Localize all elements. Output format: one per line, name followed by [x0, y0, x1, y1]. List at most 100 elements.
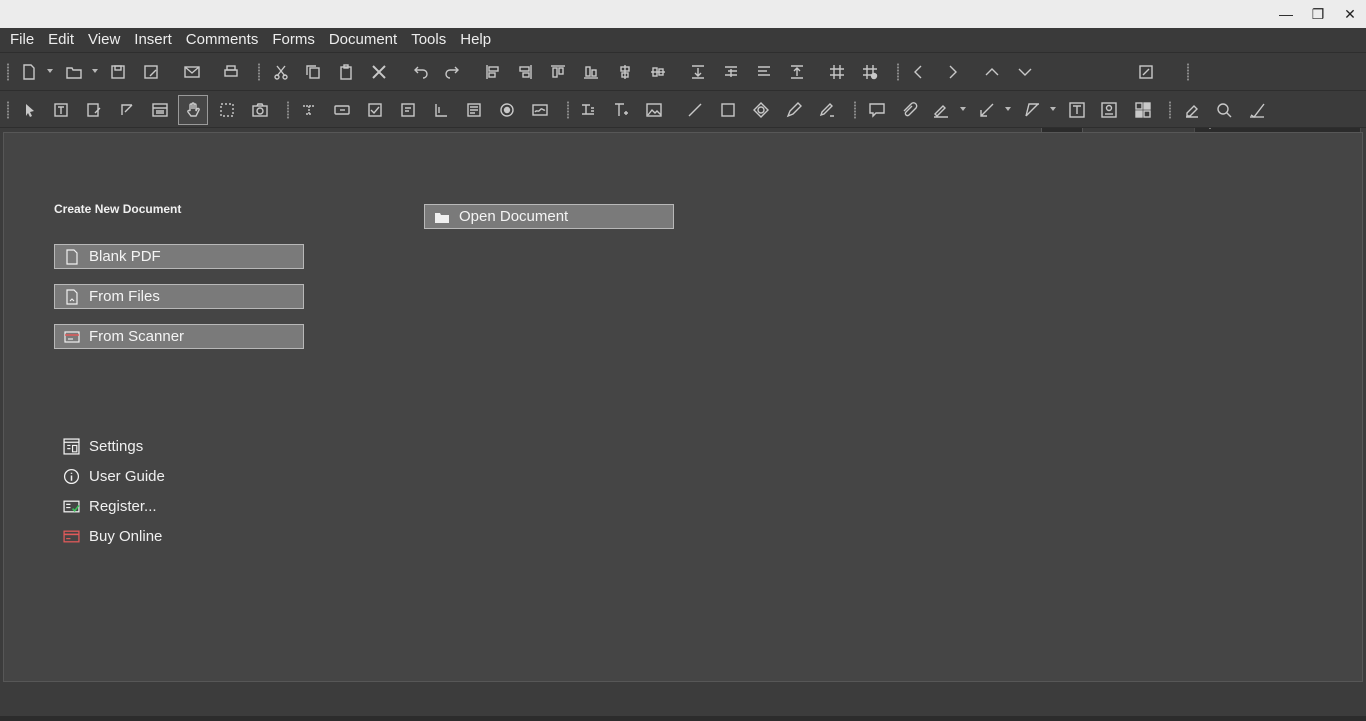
- checkbox-icon[interactable]: [362, 97, 388, 123]
- fit-page-icon[interactable]: [1133, 59, 1159, 85]
- align-right-icon[interactable]: [512, 59, 538, 85]
- settings-link[interactable]: Settings: [62, 436, 143, 456]
- line-tool-icon[interactable]: [682, 97, 708, 123]
- register-icon: [62, 497, 80, 515]
- rectangle-tool-icon[interactable]: [715, 97, 741, 123]
- save-icon[interactable]: [105, 59, 131, 85]
- blank-pdf-button[interactable]: Blank PDF: [54, 244, 304, 269]
- print-icon[interactable]: [218, 59, 244, 85]
- next-view-icon[interactable]: [939, 59, 965, 85]
- align-top-icon[interactable]: [545, 59, 571, 85]
- cut-icon[interactable]: [268, 59, 294, 85]
- toolbar-grip[interactable]: [6, 101, 10, 119]
- add-field-icon[interactable]: [296, 97, 322, 123]
- menu-comments[interactable]: Comments: [179, 28, 266, 52]
- select-icon[interactable]: [16, 97, 42, 123]
- menu-insert[interactable]: Insert: [127, 28, 179, 52]
- maximize-button[interactable]: ❐: [1302, 0, 1334, 28]
- open-folder-icon[interactable]: [61, 59, 87, 85]
- register-link[interactable]: Register...: [62, 496, 157, 516]
- center-vertical-icon[interactable]: [612, 59, 638, 85]
- highlighter-icon[interactable]: [814, 97, 840, 123]
- new-dropdown-icon[interactable]: [47, 69, 53, 73]
- center-horizontal-icon[interactable]: [645, 59, 671, 85]
- undo-icon[interactable]: [407, 59, 433, 85]
- list-box-icon[interactable]: [461, 97, 487, 123]
- toolbar-grip[interactable]: [566, 101, 570, 119]
- add-image-icon[interactable]: [641, 97, 667, 123]
- snap-grid-icon[interactable]: [857, 59, 883, 85]
- distribute-down-icon[interactable]: [718, 59, 744, 85]
- from-files-button[interactable]: From Files: [54, 284, 304, 309]
- comment-icon[interactable]: [864, 97, 890, 123]
- add-text-icon[interactable]: [608, 97, 634, 123]
- button-field-icon[interactable]: [329, 97, 355, 123]
- arrow-dropdown-icon[interactable]: [1005, 107, 1011, 111]
- toolbar-grip[interactable]: [1186, 63, 1190, 81]
- radio-button-icon[interactable]: [494, 97, 520, 123]
- open-document-button[interactable]: Open Document: [424, 204, 674, 229]
- toolbar-grip[interactable]: [1168, 101, 1172, 119]
- toolbar-grip[interactable]: [257, 63, 261, 81]
- eraser-icon[interactable]: [1179, 97, 1205, 123]
- grid-icon[interactable]: [824, 59, 850, 85]
- previous-page-icon[interactable]: [979, 59, 1005, 85]
- check-mark-icon[interactable]: [1244, 97, 1270, 123]
- attachment-icon[interactable]: [896, 97, 922, 123]
- menu-help[interactable]: Help: [453, 28, 498, 52]
- menu-tools[interactable]: Tools: [404, 28, 453, 52]
- combo-box-icon[interactable]: [395, 97, 421, 123]
- menu-edit[interactable]: Edit: [41, 28, 81, 52]
- toolbar-grip[interactable]: [853, 101, 857, 119]
- typewriter-icon[interactable]: [575, 97, 601, 123]
- open-dropdown-icon[interactable]: [92, 69, 98, 73]
- copy-icon[interactable]: [300, 59, 326, 85]
- paste-icon[interactable]: [333, 59, 359, 85]
- delete-icon[interactable]: [366, 59, 392, 85]
- signature-field-icon[interactable]: [527, 97, 553, 123]
- measure-dropdown-icon[interactable]: [1050, 107, 1056, 111]
- menu-forms[interactable]: Forms: [265, 28, 322, 52]
- measure-tool-icon[interactable]: [1019, 97, 1045, 123]
- redo-icon[interactable]: [440, 59, 466, 85]
- align-bottom-icon[interactable]: [578, 59, 604, 85]
- menu-document[interactable]: Document: [322, 28, 404, 52]
- distribute-up-icon[interactable]: [751, 59, 777, 85]
- polygon-tool-icon[interactable]: [748, 97, 774, 123]
- distribute-space-icon[interactable]: [784, 59, 810, 85]
- edit-form-icon[interactable]: [114, 97, 140, 123]
- pencil-icon[interactable]: [781, 97, 807, 123]
- previous-view-icon[interactable]: [906, 59, 932, 85]
- new-document-icon[interactable]: [16, 59, 42, 85]
- text-field-icon[interactable]: [428, 97, 454, 123]
- buy-online-link[interactable]: Buy Online: [62, 526, 162, 546]
- arrow-tool-icon[interactable]: [974, 97, 1000, 123]
- zoom-icon[interactable]: [1211, 97, 1237, 123]
- snapshot-icon[interactable]: [247, 97, 273, 123]
- menu-file[interactable]: File: [3, 28, 41, 52]
- menu-view[interactable]: View: [81, 28, 127, 52]
- save-as-icon[interactable]: [138, 59, 164, 85]
- marquee-zoom-icon[interactable]: [214, 97, 240, 123]
- settings-icon: [62, 437, 80, 455]
- toolbar-grip[interactable]: [896, 63, 900, 81]
- distribute-icon[interactable]: [685, 59, 711, 85]
- toolbar-grip[interactable]: [286, 101, 290, 119]
- edit-object-icon[interactable]: [81, 97, 107, 123]
- align-left-icon[interactable]: [480, 59, 506, 85]
- user-guide-link[interactable]: User Guide: [62, 466, 165, 486]
- layout-icon[interactable]: [1130, 97, 1156, 123]
- toolbar-grip[interactable]: [6, 63, 10, 81]
- next-page-icon[interactable]: [1012, 59, 1038, 85]
- email-icon[interactable]: [179, 59, 205, 85]
- hand-tool-icon[interactable]: [178, 95, 208, 125]
- markup-dropdown-icon[interactable]: [960, 107, 966, 111]
- minimize-button[interactable]: —: [1270, 0, 1302, 28]
- text-select-icon[interactable]: [48, 97, 74, 123]
- text-box-icon[interactable]: [1064, 97, 1090, 123]
- form-fields-icon[interactable]: [147, 97, 173, 123]
- from-scanner-button[interactable]: From Scanner: [54, 324, 304, 349]
- markup-icon[interactable]: [928, 97, 954, 123]
- close-button[interactable]: ✕: [1334, 0, 1366, 28]
- stamp-icon[interactable]: [1096, 97, 1122, 123]
